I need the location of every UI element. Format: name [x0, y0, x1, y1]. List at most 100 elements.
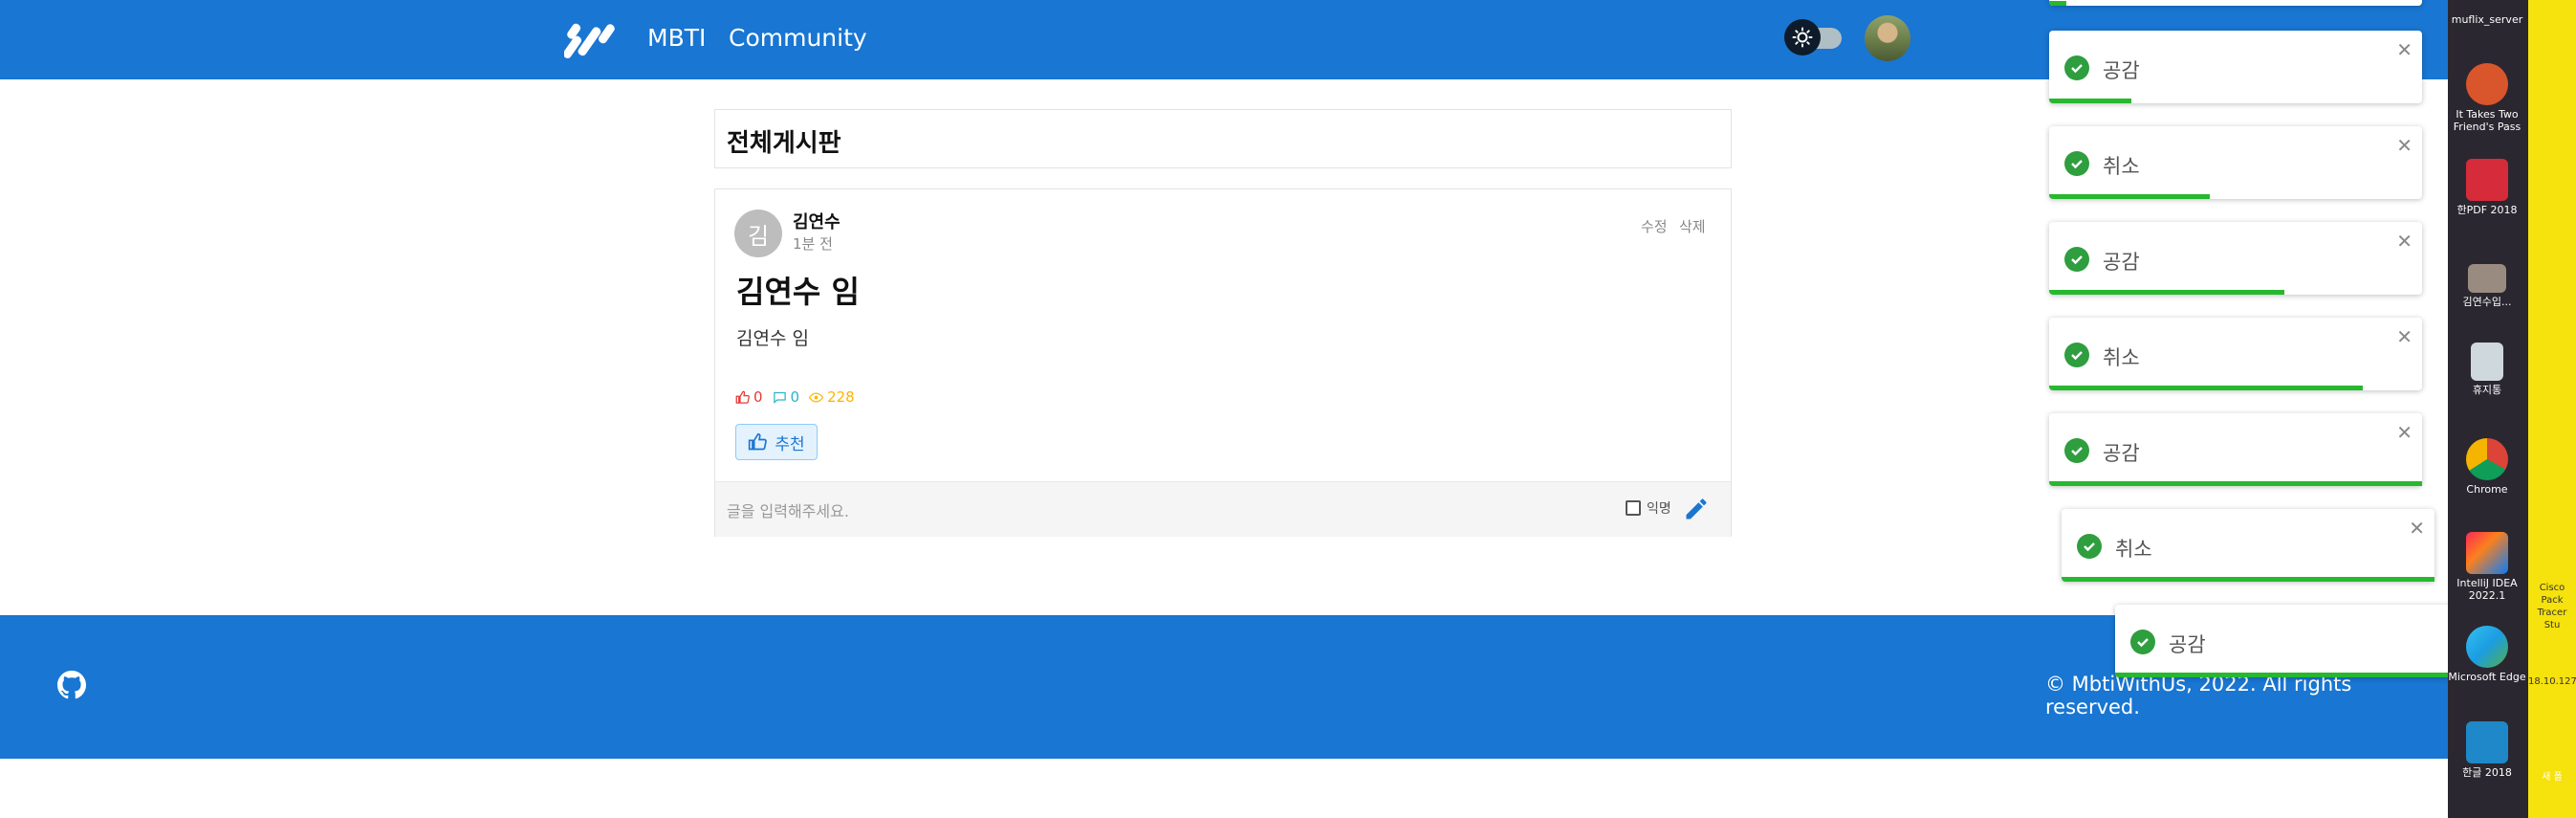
hangul-icon: [2466, 721, 2508, 763]
toast-message: 취소: [2103, 155, 2140, 178]
view-count: 228: [809, 388, 855, 406]
like-count: 0: [735, 388, 763, 406]
desktop-shortcut[interactable]: 휴지통: [2448, 343, 2526, 396]
desktop-shortcut-label: Chrome: [2466, 483, 2508, 496]
desktop-shortcut-label: Cisco Pack Tracer Stu: [2537, 583, 2567, 630]
toast: 공감 ✕: [2049, 31, 2422, 103]
nav-mbti[interactable]: MBTI: [647, 23, 706, 54]
check-circle-icon: [2064, 55, 2089, 80]
toast: 공감: [2115, 605, 2448, 677]
check-circle-icon: [2077, 534, 2102, 559]
delete-post-link[interactable]: 삭제: [1679, 216, 1706, 236]
pencil-icon[interactable]: [1683, 496, 1710, 522]
check-circle-icon: [2064, 247, 2089, 272]
desktop-shortcut[interactable]: Cisco Pack Tracer Stu: [2528, 582, 2576, 631]
desktop-shortcut[interactable]: 김연수입...: [2448, 264, 2526, 308]
desktop-shortcut-label: 한글 2018: [2462, 766, 2512, 779]
toast: 취소 ✕: [2049, 318, 2422, 390]
toast-progress-bar: [2049, 194, 2210, 199]
edge-icon: [2466, 626, 2508, 668]
close-icon[interactable]: ✕: [2396, 230, 2412, 253]
toast-progress-bar: [2049, 99, 2131, 103]
thumbs-up-icon: [749, 432, 768, 451]
brand-logo-icon[interactable]: [564, 21, 618, 59]
recommend-button[interactable]: 추천: [735, 424, 818, 460]
check-circle-icon: [2064, 343, 2089, 367]
desktop-shortcut-label: 새 폴: [2542, 772, 2563, 783]
desktop-shortcut-label: It Takes Two Friend's Pass: [2453, 108, 2521, 133]
web-page: MBTI Community 전체게시판 김 김연수 1분 전 수정 삭제 김연…: [0, 0, 2448, 818]
comment-input[interactable]: [725, 496, 1570, 526]
comment-bar: 익명: [715, 481, 1731, 537]
edit-post-link[interactable]: 수정: [1641, 216, 1668, 236]
desktop-shortcut-label: Microsoft Edge: [2448, 671, 2526, 683]
check-circle-icon: [2064, 438, 2089, 463]
toast-progress-bar: [2062, 577, 2434, 582]
close-icon[interactable]: ✕: [2396, 134, 2412, 157]
intellij-icon: [2466, 532, 2508, 574]
post-stats: 0 0 228: [735, 388, 855, 406]
desktop-shortcut-label: IntelliJ IDEA 2022.1: [2456, 577, 2518, 602]
toast-progress-bar: [2049, 386, 2363, 390]
desktop-shortcut-label: muflix_server: [2451, 13, 2523, 26]
recycle-bin-icon: [2471, 343, 2503, 381]
toast-progress-bar: [2115, 673, 2448, 677]
chrome-icon: [2466, 438, 2508, 480]
toast: 공감 ✕: [2049, 222, 2422, 295]
anonymous-option[interactable]: 익명: [1626, 498, 1671, 518]
toast-progress-bar: [2049, 290, 2284, 295]
comment-count-value: 0: [790, 388, 800, 406]
desktop-shortcut[interactable]: 18.10.127: [2528, 675, 2576, 688]
anonymous-checkbox[interactable]: [1626, 500, 1641, 516]
game-icon: [2466, 63, 2508, 105]
toast: 취소 ✕: [2049, 126, 2422, 199]
toast-progress-bar: [2049, 481, 2422, 486]
toast-progress-bar: [2049, 1, 2066, 6]
thumbs-up-icon: [735, 390, 750, 404]
board-header: 전체게시판: [714, 109, 1732, 168]
toast-message: 공감: [2103, 251, 2140, 274]
nav-community[interactable]: Community: [729, 23, 867, 54]
desktop-wallpaper-strip: [2528, 0, 2576, 818]
post-title: 김연수 임: [736, 274, 860, 310]
toast-message: 취소: [2115, 538, 2152, 561]
desktop-shortcut[interactable]: Microsoft Edge: [2448, 626, 2526, 683]
post-author: 김연수: [793, 212, 840, 232]
comment-icon: [773, 391, 786, 404]
toast-message: 공감: [2103, 59, 2140, 82]
toast: 공감 ✕: [2049, 413, 2422, 486]
desktop-shortcut[interactable]: It Takes Two Friend's Pass: [2448, 63, 2526, 133]
eye-icon: [809, 391, 824, 403]
post-body: 김연수 임: [736, 328, 809, 349]
check-circle-icon: [2064, 151, 2089, 176]
view-count-value: 228: [827, 388, 855, 406]
toast-message: 취소: [2103, 346, 2140, 369]
like-count-value: 0: [753, 388, 763, 406]
copyright-text: © MbtiWithUs, 2022. All rights reserved.: [2045, 673, 2352, 719]
user-avatar[interactable]: [1865, 15, 1910, 61]
desktop-shortcut[interactable]: Chrome: [2448, 438, 2526, 496]
theme-toggle[interactable]: [1784, 19, 1845, 55]
close-icon[interactable]: ✕: [2409, 517, 2425, 540]
desktop-shortcut-label: 한PDF 2018: [2456, 204, 2518, 216]
close-icon[interactable]: ✕: [2396, 325, 2412, 348]
check-circle-icon: [2130, 630, 2155, 654]
desktop-shortcut[interactable]: 한PDF 2018: [2448, 159, 2526, 216]
toast: [2049, 0, 2422, 6]
desktop-shortcut[interactable]: muflix_server: [2448, 13, 2526, 26]
image-file-icon: [2468, 264, 2506, 293]
board-title: 전체게시판: [727, 129, 841, 158]
comment-count: 0: [773, 388, 800, 406]
desktop-shortcut[interactable]: 새 폴: [2528, 771, 2576, 784]
pdf-icon: [2466, 159, 2508, 201]
close-icon[interactable]: ✕: [2396, 421, 2412, 444]
toast-message: 공감: [2103, 442, 2140, 465]
desktop-shortcut[interactable]: 한글 2018: [2448, 721, 2526, 779]
recommend-label: 추천: [775, 434, 805, 454]
desktop-shortcut-label: 휴지통: [2472, 384, 2502, 396]
post-card: 김 김연수 1분 전 수정 삭제 김연수 임 김연수 임 0 0 228 추천: [714, 188, 1732, 537]
close-icon[interactable]: ✕: [2396, 38, 2412, 61]
footer: © MbtiWithUs, 2022. All rights reserved.: [0, 615, 2448, 759]
github-icon[interactable]: [57, 671, 86, 699]
desktop-shortcut[interactable]: IntelliJ IDEA 2022.1: [2448, 532, 2526, 602]
